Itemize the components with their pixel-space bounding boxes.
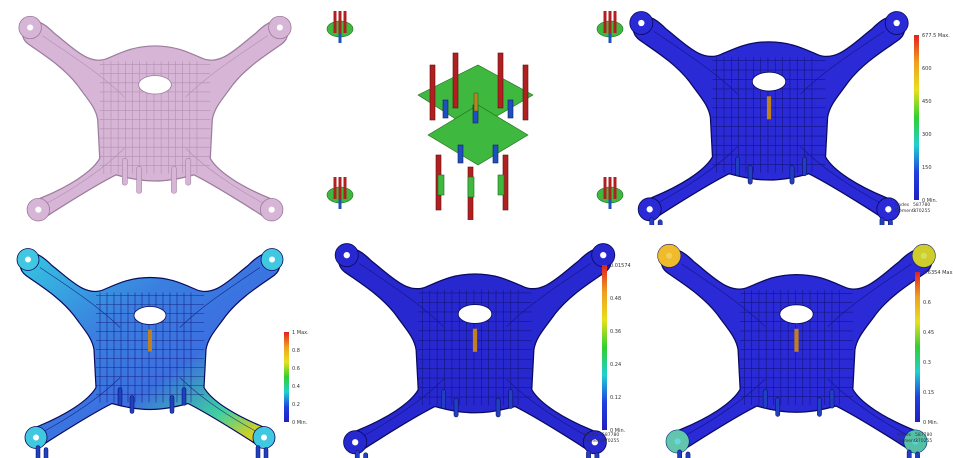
strain-legend: 0.01574 0.48 0.36 0.24 0.12 0 Min. (602, 263, 662, 434)
legend-tick-label: 0.8 (292, 348, 300, 354)
panel-safety-result (640, 232, 953, 458)
legend-color-bar (284, 332, 289, 422)
legend-tick-label: 0.36 (610, 329, 622, 335)
legend-tick-label: 0.12 (610, 395, 622, 401)
frame-model (629, 11, 909, 225)
panel-topology-optimized-frame (0, 5, 310, 225)
legend-tick-label: 1 Max. (292, 330, 309, 336)
legend-tick-label: 0.24 (610, 362, 622, 368)
boundary-conditions-model (326, 11, 624, 220)
legend-tick-label: 150 (922, 165, 932, 171)
legend-tick-label: 0 Min. (292, 420, 308, 426)
legend-tick-label: 0.48 (610, 296, 622, 302)
legend-tick-label: 0.45 (923, 330, 935, 336)
frame-model (657, 243, 936, 458)
legend-tick-label: 0 Min. (923, 420, 939, 426)
legend-tick-label: 300 (922, 132, 932, 138)
frame-model (16, 248, 284, 458)
legend-tick-label: 0.3 (923, 360, 931, 366)
legend-color-bar (914, 35, 919, 200)
displacement-legend: 1 Max. 0.8 0.6 0.4 0.2 0 Min. (284, 330, 344, 426)
panel-strain-result (310, 232, 640, 458)
safety-legend: 0.6354 Max. 0.6 0.45 0.3 0.15 0 Min. (915, 270, 953, 426)
panel-stress-result (585, 0, 953, 225)
legend-tick-label: 600 (922, 66, 932, 72)
legend-tick-label: 0.2 (292, 402, 300, 408)
strain-mesh-stats: Nodes 587780 Elements370255 (584, 433, 620, 444)
legend-tick-label: 450 (922, 99, 932, 105)
legend-tick-label: 0.6 (923, 300, 931, 306)
panel-boundary-conditions (318, 5, 630, 220)
safety-mesh-stats: Nodes 587780 Elements370255 (897, 433, 933, 444)
frame-model (334, 243, 616, 458)
legend-tick-label: 0.15 (923, 390, 935, 396)
frame-model (18, 15, 292, 222)
legend-tick-label: 0.4 (292, 384, 300, 390)
legend-tick-label: 677.5 Max. (922, 33, 950, 39)
legend-tick-label: 0.6 (292, 366, 300, 372)
stress-legend: 677.5 Max. 600 450 300 150 0 Min. (914, 33, 953, 204)
panel-displacement-result (0, 232, 300, 458)
legend-color-bar (602, 265, 607, 430)
legend-color-bar (915, 272, 920, 422)
legend-tick-label: 0.6354 Max. (923, 270, 953, 276)
stress-mesh-stats: Nodes 587780 Elements370255 (895, 203, 931, 214)
legend-tick-label: 0.01574 (610, 263, 631, 269)
